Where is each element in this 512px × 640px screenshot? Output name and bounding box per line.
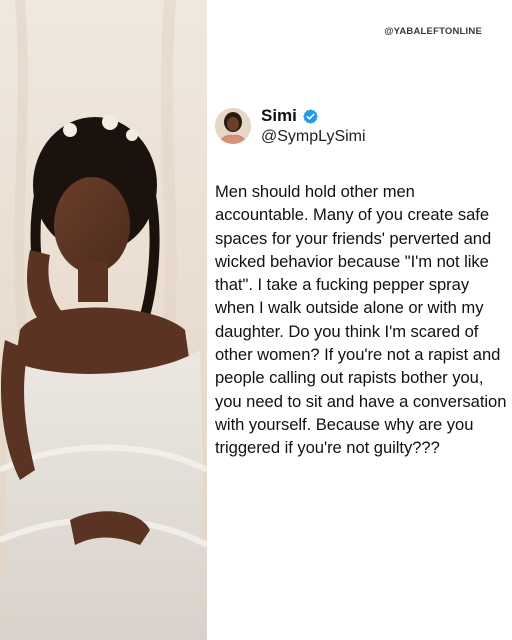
name-row: Simi — [261, 106, 319, 126]
verified-badge-icon — [302, 108, 319, 125]
tweet-text: Men should hold other men accountable. M… — [215, 182, 507, 458]
tweet-header: Simi @SympLySimi — [215, 104, 505, 150]
display-name[interactable]: Simi — [261, 106, 297, 126]
user-handle[interactable]: @SympLySimi — [261, 128, 366, 146]
watermark: @YABALEFTONLINE — [384, 26, 482, 37]
tweet-panel: @YABALEFTONLINE Simi @SympLySimi Men sho… — [207, 0, 512, 640]
portrait-photo — [0, 0, 207, 640]
post-image: @YABALEFTONLINE Simi @SympLySimi Men sho… — [0, 0, 512, 640]
avatar[interactable] — [215, 108, 251, 144]
